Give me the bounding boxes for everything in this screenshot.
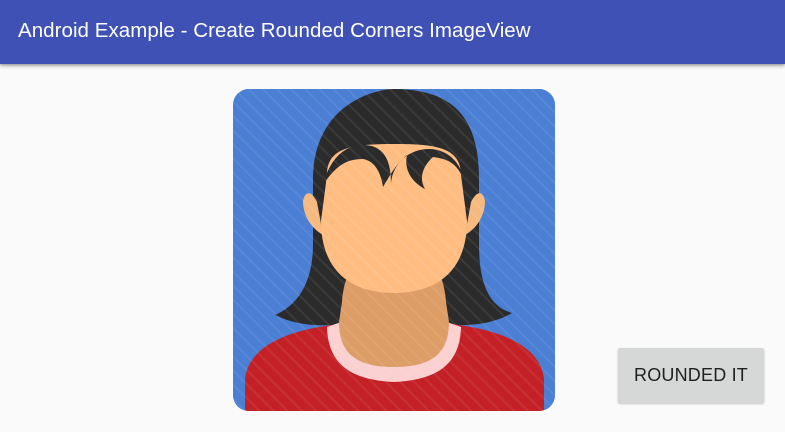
- app-title: Android Example - Create Rounded Corners…: [18, 19, 531, 42]
- person-avatar-icon: [233, 89, 555, 411]
- rounded-it-button[interactable]: ROUNDED IT: [618, 348, 764, 403]
- rounded-image-view: [233, 89, 555, 411]
- app-bar: Android Example - Create Rounded Corners…: [0, 0, 785, 64]
